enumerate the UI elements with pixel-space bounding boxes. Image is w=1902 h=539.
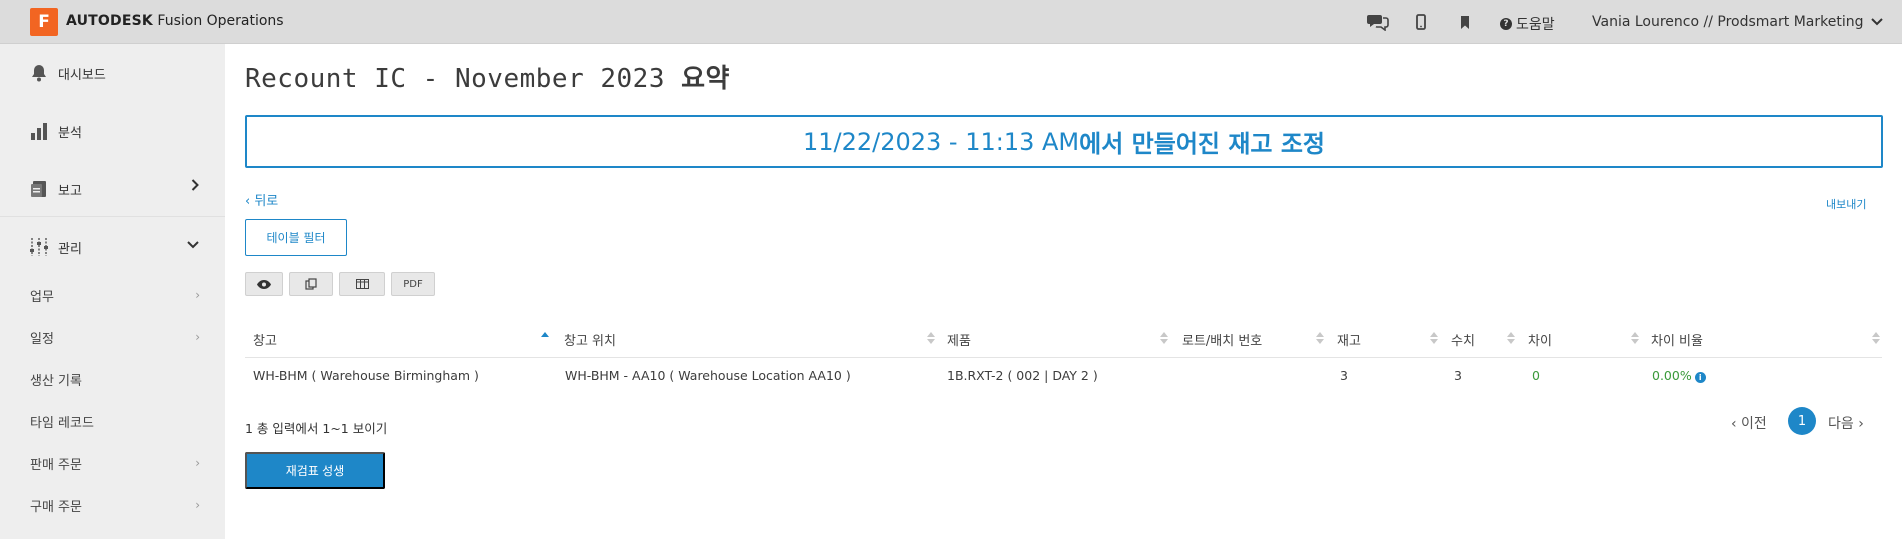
chevron-right-icon: › bbox=[195, 498, 200, 512]
mobile-icon[interactable] bbox=[1412, 10, 1430, 34]
sort-icon[interactable] bbox=[540, 332, 549, 344]
sidebar-item-label: 관리 bbox=[58, 241, 82, 257]
cell-product: 1B.RXT-2 ( 002 | DAY 2 ) bbox=[947, 368, 1098, 383]
back-link[interactable]: ‹ 뒤로 bbox=[245, 190, 278, 209]
brand-autodesk: AUTODESK bbox=[66, 13, 153, 29]
column-header-difference-ratio[interactable]: 차이 비율 bbox=[1651, 330, 1703, 349]
report-icon bbox=[28, 178, 50, 200]
sidebar-subitem-label: 판매 주문 bbox=[30, 458, 82, 473]
sidebar-subitem-production-records[interactable]: 생산 기록 bbox=[30, 370, 200, 389]
sidebar-subitem-time-records[interactable]: 타임 레코드 bbox=[30, 412, 200, 431]
sidebar-subitem-schedule[interactable]: 일정 › bbox=[30, 328, 200, 347]
sort-icon[interactable] bbox=[1871, 332, 1880, 344]
column-header-location[interactable]: 창고 위치 bbox=[564, 330, 616, 349]
sidebar-item-label: 분석 bbox=[58, 125, 82, 141]
user-menu[interactable]: Vania Lourenco // Prodsmart Marketing bbox=[1592, 14, 1884, 30]
column-visibility-button[interactable] bbox=[245, 272, 283, 296]
chevron-down-icon bbox=[187, 241, 199, 249]
help-label: 도움말 bbox=[1516, 17, 1555, 33]
table-icon bbox=[355, 279, 369, 289]
banner-date: 11/22/2023 - 11:13 AM bbox=[802, 127, 1080, 156]
cell-difference-ratio: 0.00% i bbox=[1652, 368, 1706, 383]
column-header-warehouse[interactable]: 창고 bbox=[253, 330, 277, 349]
previous-page-link[interactable]: ‹ 이전 bbox=[1731, 410, 1767, 436]
column-header-product[interactable]: 제품 bbox=[947, 330, 971, 349]
sidebar-subitem-purchase-orders[interactable]: 구매 주문 › bbox=[30, 496, 200, 515]
bookmark-icon[interactable] bbox=[1456, 10, 1474, 34]
sidebar-item-label: 대시보드 bbox=[58, 67, 106, 83]
chevron-down-icon bbox=[1871, 18, 1884, 26]
help-link[interactable]: ? 도움말 bbox=[1500, 14, 1555, 34]
sort-icon[interactable] bbox=[1315, 332, 1324, 344]
sliders-icon bbox=[28, 236, 50, 258]
page-number-current[interactable]: 1 bbox=[1788, 407, 1816, 435]
chevron-right-icon: › bbox=[195, 330, 200, 344]
user-label: Vania Lourenco // Prodsmart Marketing bbox=[1592, 14, 1864, 30]
csv-button[interactable] bbox=[339, 272, 385, 296]
difference-ratio-value: 0.00% bbox=[1652, 368, 1692, 383]
sidebar: 대시보드 분석 보고 관리 업무 › 일정 › 생산 기록 타임 레코드 판매 … bbox=[0, 44, 225, 539]
cell-warehouse: WH-BHM ( Warehouse Birmingham ) bbox=[253, 368, 479, 383]
column-header-lot[interactable]: 로트/배치 번호 bbox=[1182, 330, 1262, 349]
brand-product: Fusion Operations bbox=[152, 13, 284, 29]
chevron-right-icon: › bbox=[195, 456, 200, 470]
sort-icon[interactable] bbox=[1159, 332, 1168, 344]
adjustment-banner: 11/22/2023 - 11:13 AM 에서 만들어진 재고 조정 bbox=[245, 115, 1883, 168]
sidebar-subitem-label: 일정 bbox=[30, 332, 54, 347]
cell-count: 3 bbox=[1454, 368, 1462, 383]
chevron-right-icon bbox=[191, 179, 199, 191]
question-icon: ? bbox=[1500, 18, 1512, 30]
generate-recount-button[interactable]: 재검표 성생 bbox=[245, 452, 385, 489]
sidebar-divider bbox=[0, 216, 225, 217]
pdf-button[interactable]: PDF bbox=[391, 272, 435, 296]
sidebar-item-label: 보고 bbox=[58, 183, 82, 199]
page-title-suffix: 요약 bbox=[681, 64, 730, 94]
sort-icon[interactable] bbox=[926, 332, 935, 344]
column-header-difference[interactable]: 차이 bbox=[1528, 330, 1552, 349]
brand-name[interactable]: AUTODESK Fusion Operations bbox=[66, 13, 284, 29]
sidebar-subitem-label: 타임 레코드 bbox=[30, 416, 94, 431]
top-bar: F AUTODESK Fusion Operations ? 도움말 Vania… bbox=[0, 0, 1902, 44]
column-header-count[interactable]: 수치 bbox=[1451, 330, 1475, 349]
page-title-main: Recount IC - November 2023 bbox=[245, 64, 682, 94]
entries-info: 1 총 입력에서 1~1 보이기 bbox=[245, 421, 388, 436]
bell-icon bbox=[28, 62, 50, 84]
table-row: WH-BHM ( Warehouse Birmingham ) WH-BHM -… bbox=[245, 358, 1882, 394]
sidebar-item-dashboard[interactable]: 대시보드 bbox=[0, 44, 225, 102]
bar-chart-icon bbox=[28, 120, 50, 142]
next-page-link[interactable]: 다음 › bbox=[1828, 410, 1864, 436]
sidebar-subitem-label: 생산 기록 bbox=[30, 374, 82, 389]
chevron-right-icon: › bbox=[195, 288, 200, 302]
sidebar-item-management[interactable]: 관리 bbox=[0, 218, 225, 276]
sidebar-subitem-sales-orders[interactable]: 판매 주문 › bbox=[30, 454, 200, 473]
cell-stock: 3 bbox=[1340, 368, 1348, 383]
cell-difference: 0 bbox=[1532, 368, 1540, 383]
chat-icon[interactable] bbox=[1365, 10, 1391, 34]
sidebar-item-reports[interactable]: 보고 bbox=[0, 160, 225, 218]
sidebar-subitem-label: 업무 bbox=[30, 290, 54, 305]
sort-icon[interactable] bbox=[1429, 332, 1438, 344]
copy-button[interactable] bbox=[289, 272, 333, 296]
table-header: 창고 창고 위치 제품 로트/배치 번호 재고 수치 차이 차이 비율 bbox=[245, 320, 1882, 358]
sort-icon[interactable] bbox=[1630, 332, 1639, 344]
banner-text: 에서 만들어진 재고 조정 bbox=[1079, 130, 1326, 158]
cell-location: WH-BHM - AA10 ( Warehouse Location AA10 … bbox=[565, 368, 851, 383]
copy-icon bbox=[305, 278, 317, 290]
sort-icon[interactable] bbox=[1506, 332, 1515, 344]
page-title: Recount IC - November 2023 요약 bbox=[245, 58, 730, 95]
export-link[interactable]: 내보내기 bbox=[1826, 196, 1866, 212]
fusion-logo[interactable]: F bbox=[30, 8, 58, 36]
table-filter-button[interactable]: 테이블 필터 bbox=[245, 219, 347, 256]
sidebar-subitem-tasks[interactable]: 업무 › bbox=[30, 286, 200, 305]
info-icon[interactable]: i bbox=[1694, 372, 1706, 383]
sidebar-item-analysis[interactable]: 분석 bbox=[0, 102, 225, 160]
column-header-stock[interactable]: 재고 bbox=[1337, 330, 1361, 349]
eye-icon bbox=[257, 279, 271, 289]
sidebar-subitem-label: 구매 주문 bbox=[30, 500, 82, 515]
